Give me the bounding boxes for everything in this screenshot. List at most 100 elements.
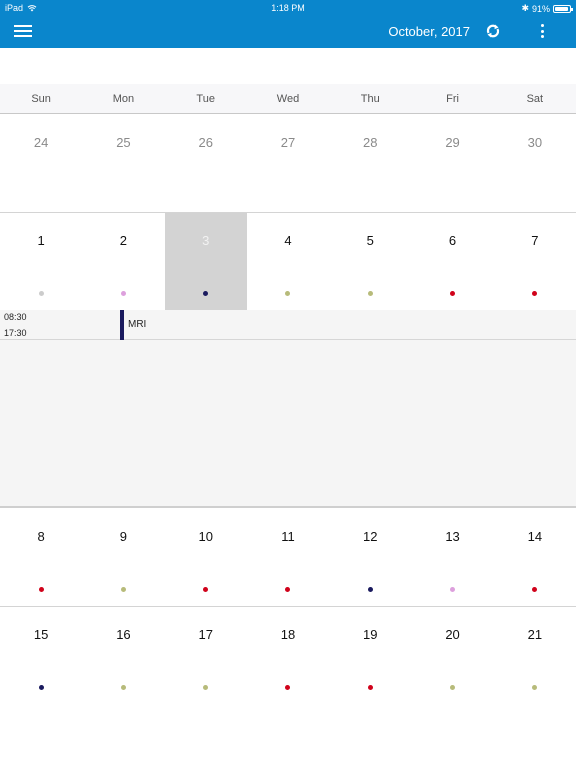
day-cell[interactable]: 27 [247,115,329,212]
day-cell[interactable]: 29 [411,115,493,212]
day-number: 26 [198,135,213,150]
weekday-label: Thu [360,93,380,105]
day-number: 3 [202,233,210,248]
event-indicator-dot [367,587,373,592]
day-cell[interactable]: 1 [0,213,82,311]
week-row: 15 16 17 18 19 20 21 [0,607,576,705]
day-number: 16 [116,627,131,642]
event-indicator-dot [367,291,373,296]
event-indicator-dot [450,291,456,296]
more-vertical-icon[interactable] [536,23,548,39]
weekday-label: Mon [112,93,135,105]
hamburger-menu-icon[interactable] [14,25,32,39]
day-cell[interactable]: 9 [82,509,164,606]
event-indicator-dot [120,685,126,690]
event-color-bar [120,310,124,340]
day-number: 5 [366,233,374,248]
weekday-label: Fri [446,93,459,105]
day-number: 8 [37,529,45,544]
weekday-label: Wed [276,93,300,105]
weekday-header: Sun Mon Tue Wed Thu Fri Sat [0,84,576,114]
month-title: October, 2017 [388,24,470,39]
day-cell[interactable]: 7 [494,213,576,311]
day-cell[interactable]: 5 [329,213,411,311]
event-indicator-dot [120,291,126,296]
event-indicator-dot [203,291,209,296]
day-cell[interactable]: 8 [0,509,82,606]
day-cell[interactable]: 24 [0,115,82,212]
event-indicator-dot [532,685,538,690]
event-title: MRI [128,319,147,330]
day-number: 29 [445,135,460,150]
day-number: 12 [363,529,378,544]
event-indicator-dot [38,587,44,592]
event-start-time: 08:30 [4,312,27,322]
day-cell[interactable]: 17 [165,607,247,705]
day-cell[interactable]: 13 [411,509,493,606]
day-cell[interactable]: 25 [82,115,164,212]
week-row: 1 2 3 4 5 6 7 [0,213,576,311]
battery-percent: 91% [531,3,550,14]
day-number: 24 [33,135,49,150]
day-cell[interactable]: 4 [247,213,329,311]
day-number: 11 [281,529,295,544]
day-agenda: 08:30 17:30 MRI [0,310,576,508]
day-number: 7 [531,233,539,248]
clock: 1:18 PM [271,3,305,13]
app-bar: iPad 1:18 PM ✱ 91% October, 2017 [0,0,576,48]
day-number: 13 [445,529,460,544]
day-number: 2 [119,233,128,248]
day-cell[interactable]: 2 [82,213,164,311]
weekday-label: Tue [196,93,215,105]
day-cell[interactable]: 21 [494,607,576,705]
event-indicator-dot [367,685,373,690]
day-number: 14 [527,529,543,544]
day-number: 6 [448,233,457,248]
day-cell[interactable]: 26 [165,115,247,212]
day-cell[interactable]: 16 [82,607,164,705]
event-indicator-dot [38,291,44,296]
event-end-time: 17:30 [4,328,27,338]
day-number: 20 [445,627,460,642]
day-number: 27 [280,135,296,150]
event-indicator-dot [203,587,209,592]
day-cell[interactable]: 15 [0,607,82,705]
day-cell[interactable]: 20 [411,607,493,705]
day-number: 25 [116,135,131,150]
day-number: 18 [280,627,296,642]
day-number: 15 [33,627,49,642]
day-cell[interactable]: 19 [329,607,411,705]
day-cell[interactable]: 18 [247,607,329,705]
event-indicator-dot [450,587,456,592]
week-row: 24 25 26 27 28 29 30 [0,115,576,213]
day-cell[interactable]: 12 [329,509,411,606]
event-indicator-dot [532,587,538,592]
day-number: 28 [363,135,378,150]
weekday-label: Sat [526,93,544,105]
day-cell[interactable]: 11 [247,509,329,606]
day-cell[interactable]: 30 [494,115,576,212]
week-row: 8 9 10 11 12 13 14 [0,509,576,607]
day-number: 4 [284,233,292,248]
event-indicator-dot [532,291,538,296]
refresh-icon[interactable] [484,22,502,40]
day-number: 1 [37,233,45,248]
event-indicator-dot [450,685,456,690]
event-item[interactable]: 08:30 17:30 MRI [0,310,576,340]
day-cell[interactable]: 14 [494,509,576,606]
day-number: 19 [363,627,378,642]
day-cell[interactable]: 10 [165,509,247,606]
day-cell[interactable]: 6 [411,213,493,311]
day-number: 10 [198,529,213,544]
day-number: 9 [119,529,128,544]
day-cell-selected[interactable]: 3 [164,213,247,311]
day-number: 21 [527,627,543,642]
bluetooth-icon: ✱ [521,3,529,13]
event-indicator-dot [120,587,126,592]
event-indicator-dot [285,291,291,296]
event-indicator-dot [285,685,291,690]
battery-icon [553,4,573,13]
weekday-label: Sun [31,93,51,105]
day-number: 17 [198,627,213,642]
day-cell[interactable]: 28 [329,115,411,212]
